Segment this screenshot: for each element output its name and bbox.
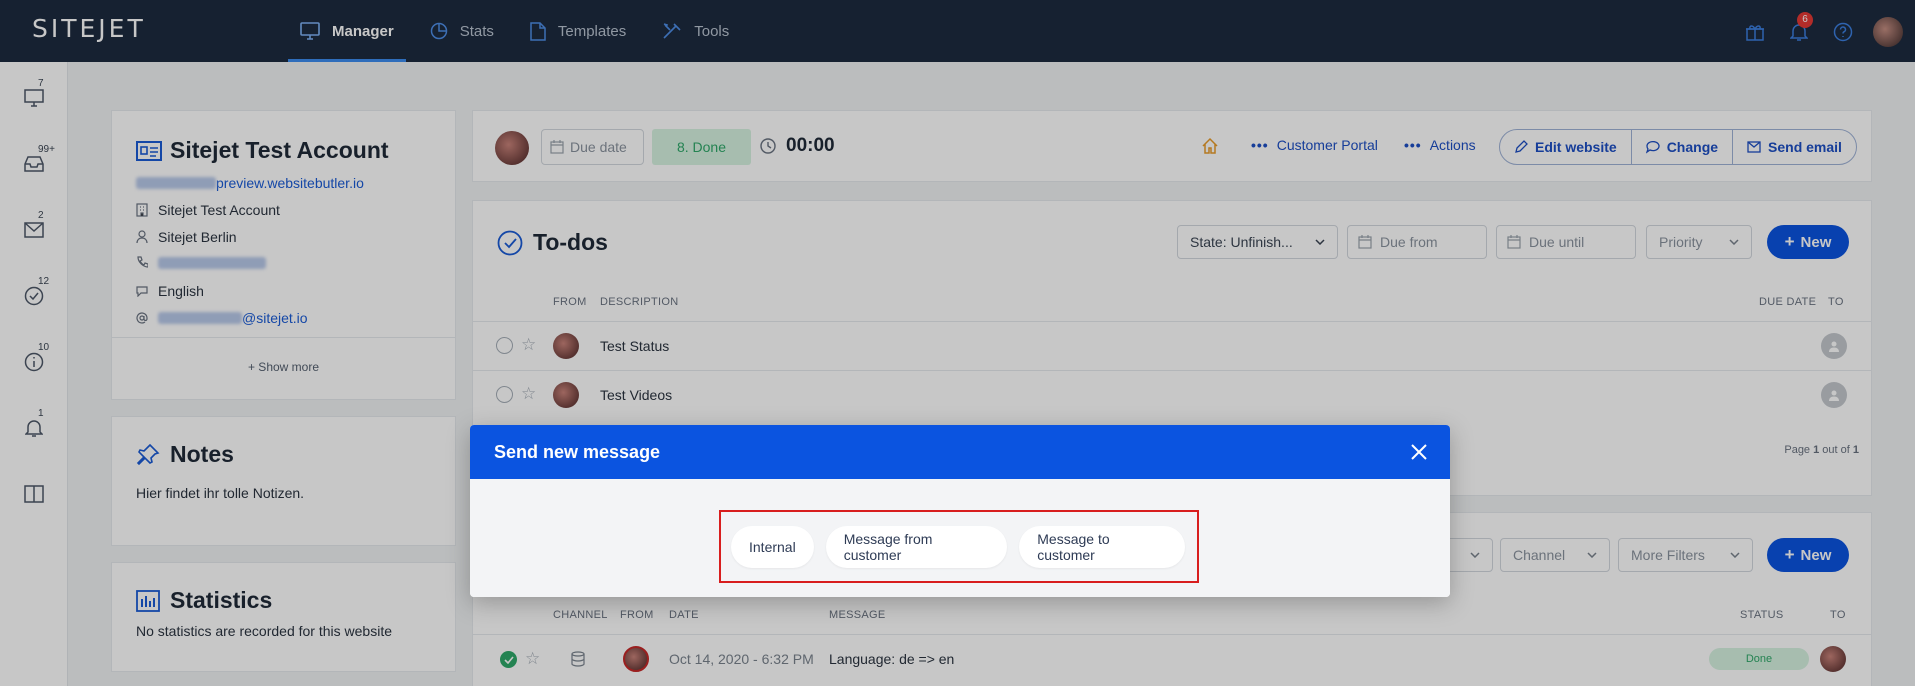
message-from-customer-button[interactable]: Message from customer (825, 525, 1008, 568)
modal-header: Send new message (470, 425, 1450, 479)
message-to-customer-button[interactable]: Message to customer (1019, 525, 1185, 568)
message-type-options: Internal Message from customer Message t… (719, 510, 1199, 583)
close-icon[interactable] (1404, 437, 1434, 467)
modal-title: Send new message (494, 441, 661, 462)
send-message-modal: Send new message Internal Message from c… (470, 425, 1450, 597)
modal-body: Internal Message from customer Message t… (470, 479, 1450, 597)
internal-option-button[interactable]: Internal (731, 525, 814, 568)
